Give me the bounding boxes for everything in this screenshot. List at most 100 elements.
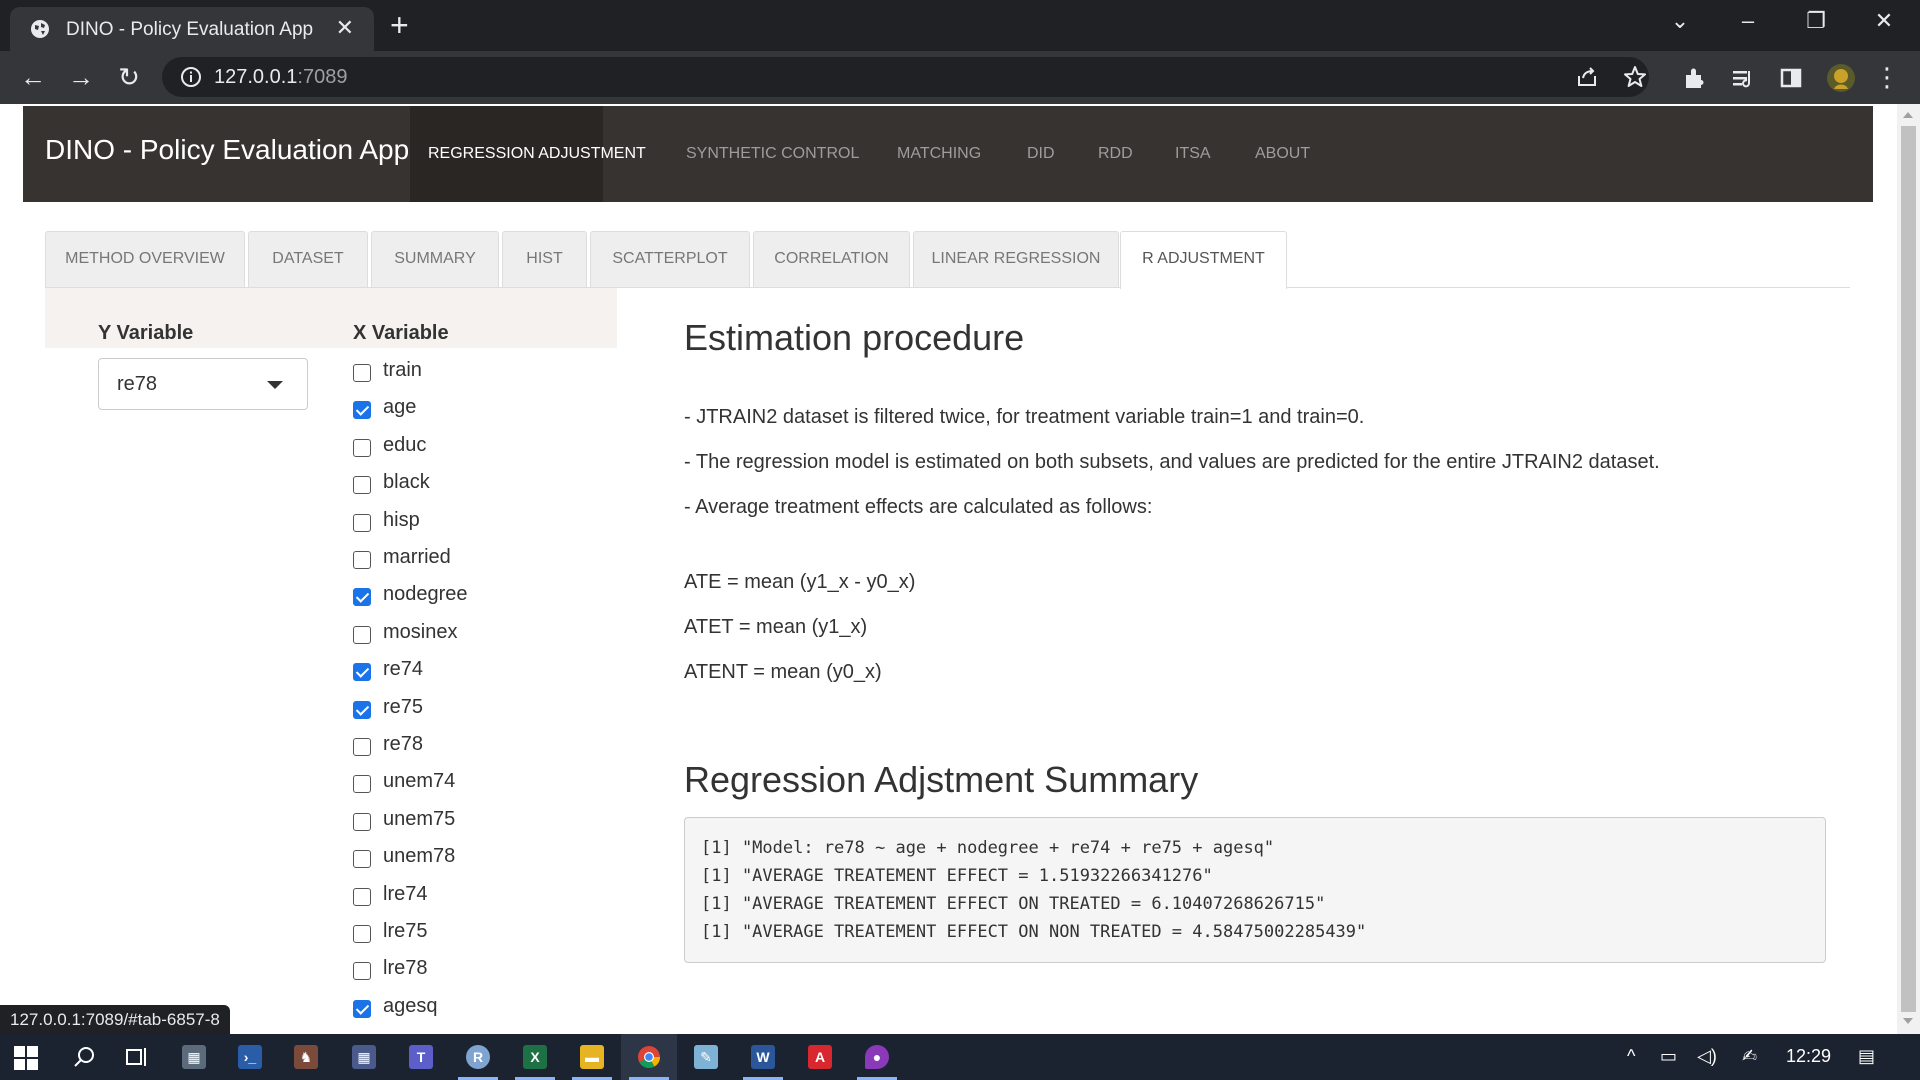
checkbox-lre74[interactable] [353, 887, 371, 906]
excel-icon[interactable]: X [507, 1034, 563, 1080]
checkbox-lre75[interactable] [353, 925, 371, 943]
media-app-icon[interactable]: ♞ [278, 1034, 334, 1080]
nav-did[interactable]: DID [1027, 106, 1055, 202]
browser-tab[interactable]: DINO - Policy Evaluation App ✕ [10, 7, 374, 51]
battery-icon[interactable]: ▭ [1660, 1046, 1677, 1067]
procedure-step-2: - The regression model is estimated on b… [684, 451, 1660, 473]
windows-start-icon[interactable] [0, 1034, 56, 1080]
scroll-up-icon[interactable] [1903, 112, 1913, 118]
checkbox-unem75[interactable] [353, 812, 371, 831]
checkbox-label: lre74 [383, 882, 428, 905]
checkbox-re75[interactable] [353, 700, 371, 719]
search-icon[interactable] [56, 1034, 112, 1080]
powershell-icon[interactable]: ›_ [222, 1034, 278, 1080]
nav-regression-adjustment[interactable]: REGRESSION ADJUSTMENT [410, 106, 646, 202]
subtab-bar: METHOD OVERVIEW DATASET SUMMARY HIST SCA… [45, 231, 1850, 289]
y-variable-value: re78 [117, 373, 158, 395]
output-line-ate: [1] "AVERAGE TREATEMENT EFFECT = 1.51932… [701, 866, 1213, 886]
tab-r-adjustment[interactable]: R ADJUSTMENT [1120, 231, 1287, 289]
url-text: 127.0.0.1:7089 [214, 66, 347, 89]
profile-avatar[interactable] [1826, 63, 1856, 93]
pen-icon[interactable]: ✍ [1742, 1046, 1757, 1067]
checkbox-educ[interactable] [353, 438, 371, 457]
grid-app-icon[interactable]: ▦ [336, 1034, 392, 1080]
bookmark-star-icon[interactable] [1622, 64, 1648, 90]
checkbox-nodegree[interactable] [353, 588, 371, 607]
acrobat-icon[interactable]: A [792, 1034, 848, 1080]
app-brand[interactable]: DINO - Policy Evaluation App [45, 134, 409, 166]
checkbox-black[interactable] [353, 476, 371, 495]
ate-formula: ATE = mean (y1_x - y0_x) [684, 571, 916, 593]
y-variable-select[interactable]: re78 [98, 358, 308, 410]
task-view-icon[interactable] [108, 1034, 164, 1080]
y-variable-label: Y Variable [98, 322, 194, 344]
volume-icon[interactable]: ◁) [1697, 1046, 1717, 1067]
paint-drop-icon[interactable]: ● [849, 1034, 905, 1080]
minimize-button[interactable]: – [1728, 8, 1768, 34]
nav-matching[interactable]: MATCHING [897, 106, 981, 202]
checkbox-train[interactable] [353, 364, 371, 382]
media-queue-icon[interactable] [1730, 65, 1756, 91]
side-panel-icon[interactable] [1778, 65, 1804, 91]
new-tab-button[interactable]: + [390, 9, 409, 41]
checkbox-label: unem75 [383, 807, 456, 830]
globe-icon [31, 20, 49, 38]
checkbox-hisp[interactable] [353, 513, 371, 532]
checkbox-mosinex[interactable] [353, 625, 371, 644]
extensions-icon[interactable] [1682, 65, 1708, 91]
menu-kebab-icon[interactable]: ⋮ [1870, 61, 1904, 95]
checkbox-label: train [383, 359, 422, 381]
restore-button[interactable]: ❐ [1796, 8, 1836, 34]
checkbox-agesq[interactable] [353, 999, 371, 1018]
close-window-button[interactable]: ✕ [1864, 8, 1904, 34]
tab-method-overview[interactable]: METHOD OVERVIEW [45, 231, 245, 287]
checkbox-age[interactable] [353, 401, 371, 420]
checkbox-unem74[interactable] [353, 775, 371, 794]
reload-button[interactable]: ↻ [112, 61, 146, 95]
checkbox-label: age [383, 396, 417, 419]
tab-correlation[interactable]: CORRELATION [753, 231, 910, 287]
word-icon[interactable]: W [735, 1034, 791, 1080]
tab-dataset[interactable]: DATASET [248, 231, 368, 287]
estimation-procedure-heading: Estimation procedure [684, 317, 1025, 358]
taskbar-clock[interactable]: 12:29 [1786, 1046, 1831, 1067]
scroll-thumb[interactable] [1901, 126, 1916, 1012]
notifications-icon[interactable]: ▤ [1858, 1046, 1875, 1067]
back-button[interactable]: ← [16, 61, 50, 95]
nav-rdd[interactable]: RDD [1098, 106, 1133, 202]
caret-down-icon [267, 381, 283, 389]
calculator-icon[interactable]: ▦ [166, 1034, 222, 1080]
chevron-up-icon[interactable]: ^ [1627, 1046, 1635, 1067]
teams-icon[interactable]: T [393, 1034, 449, 1080]
checkbox-label: unem78 [383, 845, 456, 868]
procedure-step-1: - JTRAIN2 dataset is filtered twice, for… [684, 406, 1365, 428]
r-app-icon[interactable]: R [450, 1034, 506, 1080]
checkbox-married[interactable] [353, 551, 371, 569]
checkbox-lre78[interactable] [353, 962, 371, 981]
tab-search-icon[interactable]: ⌄ [1660, 8, 1700, 34]
checkbox-label: unem74 [383, 770, 456, 793]
tab-summary[interactable]: SUMMARY [371, 231, 499, 287]
address-bar[interactable]: 127.0.0.1:7089 [162, 57, 1649, 97]
forward-button[interactable]: → [64, 61, 98, 95]
tab-title: DINO - Policy Evaluation App [66, 19, 314, 40]
nav-itsa[interactable]: ITSA [1175, 106, 1211, 202]
file-explorer-icon[interactable]: ▬ [564, 1034, 620, 1080]
page-scrollbar[interactable] [1897, 104, 1920, 1034]
checkbox-label: agesq [383, 994, 438, 1017]
checkbox-unem78[interactable] [353, 850, 371, 869]
scroll-down-icon[interactable] [1903, 1018, 1913, 1024]
tab-linear-regression[interactable]: LINEAR REGRESSION [913, 231, 1119, 287]
nav-synthetic-control[interactable]: SYNTHETIC CONTROL [686, 106, 859, 202]
close-tab-icon[interactable]: ✕ [336, 17, 354, 39]
tab-scatterplot[interactable]: SCATTERPLOT [590, 231, 750, 287]
notepad-icon[interactable]: ✎ [678, 1034, 734, 1080]
nav-about[interactable]: ABOUT [1255, 106, 1310, 202]
url-host: 127.0.0.1 [214, 66, 298, 88]
checkbox-re74[interactable] [353, 663, 371, 682]
tab-hist[interactable]: HIST [502, 231, 587, 287]
info-icon[interactable] [180, 66, 202, 88]
chrome-icon[interactable] [621, 1034, 677, 1080]
share-icon[interactable] [1574, 64, 1600, 90]
checkbox-re78[interactable] [353, 738, 371, 756]
